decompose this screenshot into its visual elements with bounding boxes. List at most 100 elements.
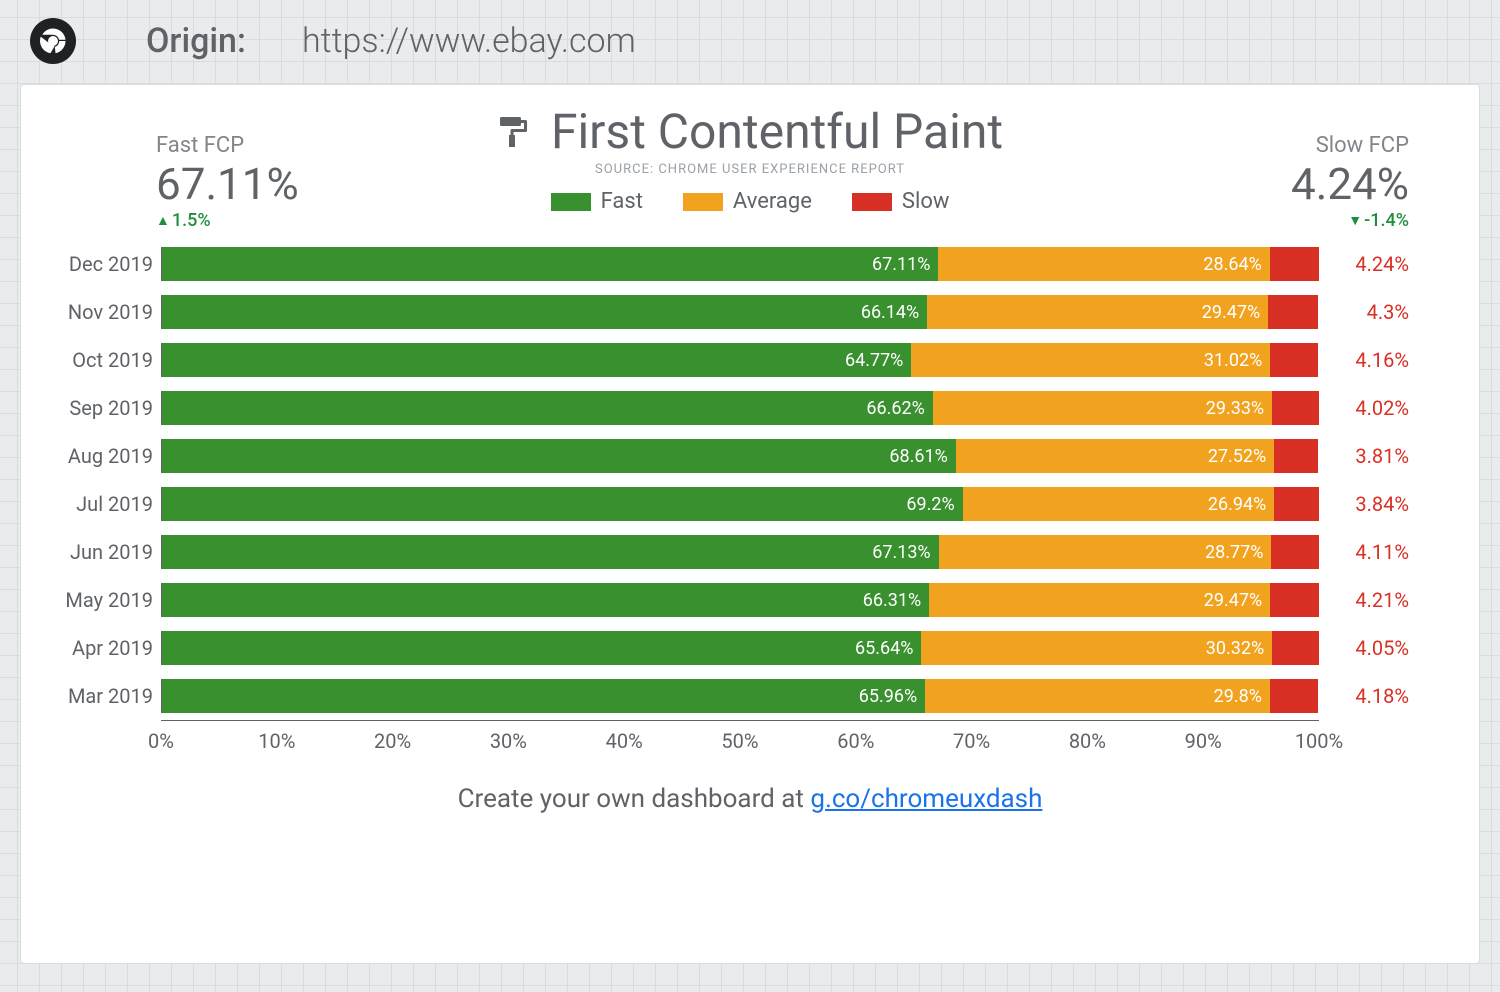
legend-slow: Slow [852,189,950,214]
row-label: Mar 2019 [51,684,161,708]
bar-track: 67.13%28.77% [161,535,1319,569]
chart-row: Aug 201968.61%27.52%3.81% [51,432,1409,480]
bar-average: 29.33% [933,391,1272,425]
row-label: Sep 2019 [51,396,161,420]
bar-track: 66.62%29.33% [161,391,1319,425]
bar-average: 26.94% [963,487,1275,521]
row-label: Dec 2019 [51,252,161,276]
bar-fast: 68.61% [162,439,956,473]
bar-fast: 67.13% [162,535,939,569]
bar-slow [1271,535,1319,569]
bar-slow [1274,487,1318,521]
bar-track: 64.77%31.02% [161,343,1319,377]
bar-fast: 65.64% [162,631,921,665]
bar-fast: 64.77% [162,343,911,377]
x-axis: 0%10%20%30%40%50%60%70%80%90%100% [161,720,1319,750]
bar-slow [1270,343,1318,377]
bar-slow [1272,391,1319,425]
row-slow-value: 4.24% [1319,252,1409,276]
row-slow-value: 4.02% [1319,396,1409,420]
bar-average: 28.64% [938,247,1269,281]
fcp-card: Fast FCP 67.11% ▲ 1.5% Slow FCP 4.24% ▼ … [20,84,1480,964]
row-slow-value: 4.16% [1319,348,1409,372]
row-slow-value: 3.81% [1319,444,1409,468]
header-bar: Origin: https://www.ebay.com [0,0,1500,74]
legend-average-label: Average [733,189,812,214]
chart-row: Jul 201969.2%26.94%3.84% [51,480,1409,528]
row-slow-value: 4.3% [1319,300,1409,324]
chart-source: SOURCE: CHROME USER EXPERIENCE REPORT [21,162,1479,177]
legend-slow-label: Slow [902,189,950,214]
origin-label: Origin: [146,21,246,61]
row-slow-value: 4.18% [1319,684,1409,708]
bar-average: 30.32% [921,631,1272,665]
footer-text: Create your own dashboard at [458,784,811,814]
chart-row: May 201966.31%29.47%4.21% [51,576,1409,624]
axis-tick: 10% [258,729,295,753]
chart-row: Dec 201967.11%28.64%4.24% [51,240,1409,288]
chrome-icon [30,18,76,64]
axis-tick: 30% [490,729,527,753]
chart-row: Sep 201966.62%29.33%4.02% [51,384,1409,432]
bar-fast: 67.11% [162,247,938,281]
legend-average-swatch [683,193,723,211]
row-label: Jul 2019 [51,492,161,516]
axis-tick: 100% [1295,729,1343,753]
axis-tick: 80% [1069,729,1106,753]
axis-tick: 90% [1185,729,1222,753]
axis-tick: 0% [148,729,174,753]
bar-average: 29.47% [929,583,1270,617]
bar-track: 69.2%26.94% [161,487,1319,521]
row-label: Apr 2019 [51,636,161,660]
bar-fast: 66.14% [162,295,927,329]
chart-title: First Contentful Paint [551,103,1003,160]
footer-link[interactable]: g.co/chromeuxdash [810,784,1042,814]
origin-url: https://www.ebay.com [302,21,636,61]
bar-slow [1268,295,1318,329]
bar-slow [1270,679,1318,713]
chart-row: Apr 201965.64%30.32%4.05% [51,624,1409,672]
bar-average: 29.47% [927,295,1268,329]
bar-average: 29.8% [925,679,1270,713]
row-slow-value: 4.11% [1319,540,1409,564]
bar-fast: 69.2% [162,487,963,521]
bar-fast: 65.96% [162,679,925,713]
legend-slow-swatch [852,193,892,211]
bar-track: 67.11%28.64% [161,247,1319,281]
row-label: Jun 2019 [51,540,161,564]
chart-row: Jun 201967.13%28.77%4.11% [51,528,1409,576]
bar-average: 27.52% [956,439,1274,473]
bar-slow [1274,439,1318,473]
bar-track: 66.14%29.47% [161,295,1319,329]
bar-track: 68.61%27.52% [161,439,1319,473]
row-label: Nov 2019 [51,300,161,324]
bar-slow [1270,583,1319,617]
legend-fast-label: Fast [601,189,643,214]
chart-area: Dec 201967.11%28.64%4.24%Nov 201966.14%2… [21,240,1479,720]
bar-fast: 66.62% [162,391,933,425]
bar-track: 65.64%30.32% [161,631,1319,665]
bar-slow [1270,247,1319,281]
arrow-up-icon: ▲ [156,212,170,229]
axis-tick: 50% [721,729,758,753]
legend-average: Average [683,189,812,214]
chart-row: Nov 201966.14%29.47%4.3% [51,288,1409,336]
row-slow-value: 4.05% [1319,636,1409,660]
bar-fast: 66.31% [162,583,929,617]
row-label: May 2019 [51,588,161,612]
chart-row: Mar 201965.96%29.8%4.18% [51,672,1409,720]
chart-row: Oct 201964.77%31.02%4.16% [51,336,1409,384]
legend-fast: Fast [551,189,643,214]
row-slow-value: 4.21% [1319,588,1409,612]
row-label: Aug 2019 [51,444,161,468]
bar-track: 66.31%29.47% [161,583,1319,617]
chart-legend: Fast Average Slow [21,189,1479,214]
bar-average: 28.77% [939,535,1272,569]
bar-track: 65.96%29.8% [161,679,1319,713]
paint-roller-icon [497,114,533,150]
bar-average: 31.02% [911,343,1270,377]
axis-tick: 20% [374,729,411,753]
axis-tick: 70% [953,729,990,753]
axis-tick: 60% [837,729,874,753]
legend-fast-swatch [551,193,591,211]
